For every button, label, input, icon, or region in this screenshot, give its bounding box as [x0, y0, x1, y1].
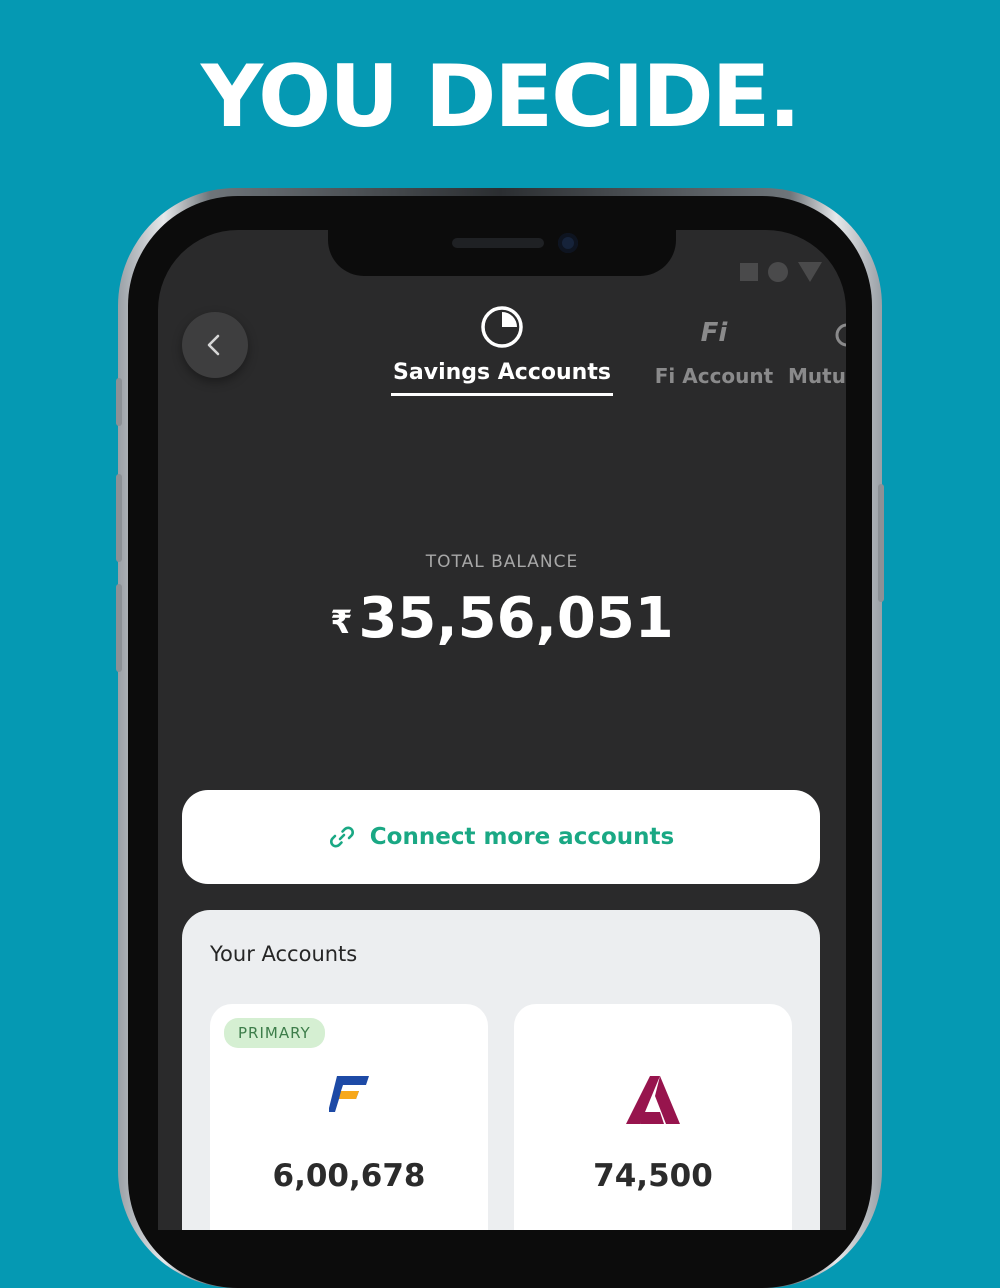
tab-label: Savings Accounts: [393, 360, 611, 385]
pie-chart-icon: [481, 306, 523, 348]
account-balance: 74,500: [593, 1158, 713, 1194]
status-bar: [740, 262, 822, 282]
connect-label: Connect more accounts: [369, 824, 675, 850]
tab-savings-accounts[interactable]: Savings Accounts: [390, 304, 614, 396]
federal-bank-logo-icon: [328, 1076, 369, 1112]
triangle-status-icon: [798, 262, 822, 282]
total-balance-amount: ₹35,56,051: [158, 586, 846, 651]
phone-power-button: [878, 484, 884, 602]
circle-status-icon: [768, 262, 788, 282]
primary-badge: PRIMARY: [224, 1018, 325, 1048]
axis-bank-logo-icon: [626, 1076, 680, 1124]
active-tab-indicator: [391, 393, 613, 396]
account-balance: 6,00,678: [272, 1158, 426, 1194]
phone-notch: [328, 230, 676, 276]
back-button[interactable]: [182, 312, 248, 378]
speaker-grille: [452, 238, 544, 248]
square-status-icon: [740, 263, 758, 281]
tab-label: Fi Account: [654, 364, 774, 388]
phone-volume-down: [116, 584, 122, 672]
tab-label: Mutu: [788, 364, 846, 388]
chevron-left-icon: [207, 334, 220, 356]
connect-more-accounts-button[interactable]: Connect more accounts: [182, 790, 820, 884]
tab-fi-account[interactable]: Fi Fi Account: [654, 318, 774, 388]
link-icon: [329, 826, 354, 848]
fi-logo-icon: Fi: [700, 318, 728, 348]
currency-symbol: ₹: [330, 603, 353, 641]
tab-mutual-funds[interactable]: Mutu: [788, 318, 846, 388]
camera-icon: [558, 233, 578, 253]
phone-mute-switch: [116, 378, 122, 426]
headline: YOU DECIDE.: [200, 47, 801, 147]
mutual-funds-icon: [835, 323, 846, 347]
app-screen: Savings Accounts Fi Fi Account Mutu TOTA…: [158, 230, 846, 1230]
balance-value: 35,56,051: [358, 586, 674, 651]
account-card[interactable]: 74,500: [514, 1004, 792, 1230]
account-card[interactable]: PRIMARY 6,00,678: [210, 1004, 488, 1230]
your-accounts-card: Your Accounts PRIMARY 6,00,678 74,500: [182, 910, 820, 1230]
phone-volume-up: [116, 474, 122, 562]
section-title: Your Accounts: [210, 942, 358, 966]
total-balance-label: TOTAL BALANCE: [425, 552, 579, 572]
